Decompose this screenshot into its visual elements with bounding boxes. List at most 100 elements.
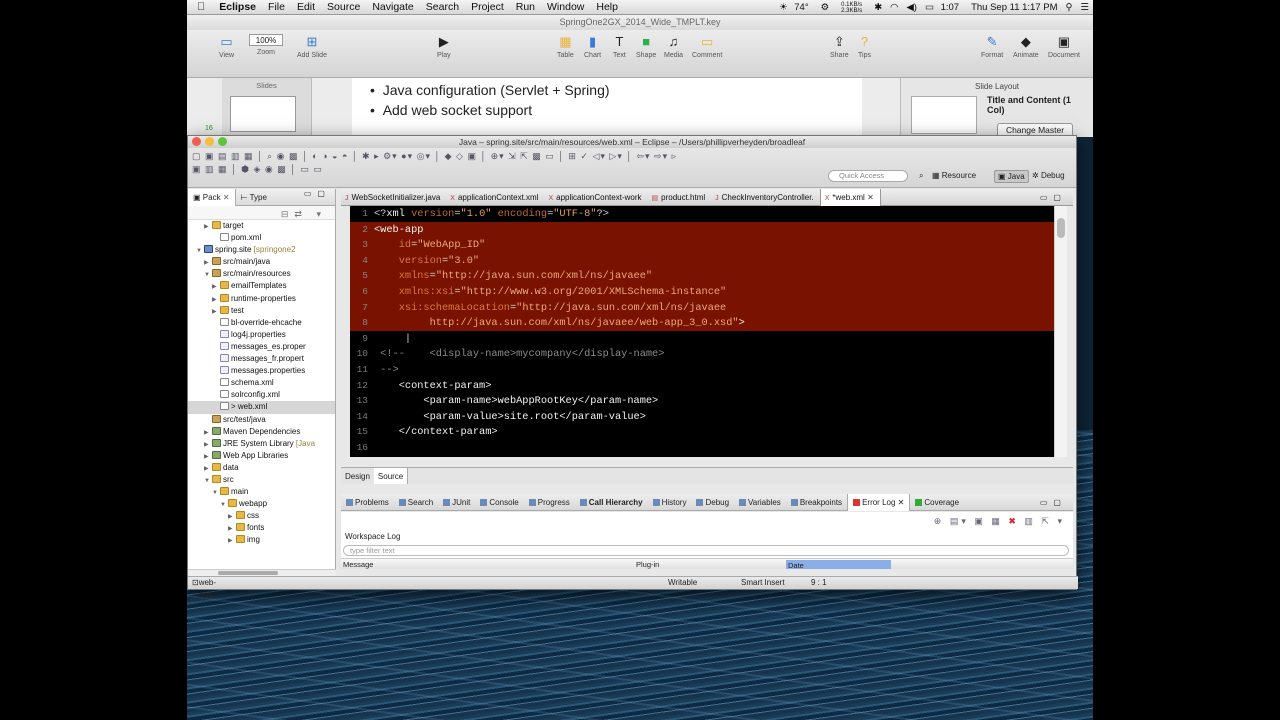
view-button[interactable]: ▭ View bbox=[219, 34, 234, 59]
collapsed-arrow-icon[interactable]: ▶ bbox=[212, 306, 220, 317]
text-button[interactable]: T Text bbox=[613, 34, 626, 59]
tab-progress[interactable]: Progress bbox=[524, 494, 575, 511]
tree-item[interactable]: ▶ src/main/java bbox=[188, 256, 335, 268]
code-line[interactable]: 5 xmlns="http://java.sun.com/xml/ns/java… bbox=[350, 268, 1054, 284]
menu-run[interactable]: Run bbox=[510, 1, 541, 13]
tab-checkinventorycontroller[interactable]: J CheckInventoryController. bbox=[711, 189, 820, 206]
tab-error-log[interactable]: Error Log ✕ bbox=[847, 493, 911, 511]
tree-item[interactable]: solrconfig.xml bbox=[188, 389, 335, 401]
network-speed[interactable]: 0.1KB/s 2.3KB/s bbox=[833, 2, 870, 14]
code-line[interactable]: 2 <web-app bbox=[350, 221, 1054, 238]
media-button[interactable]: ♫ Media bbox=[664, 34, 683, 59]
tab-search[interactable]: Search bbox=[394, 494, 438, 511]
tab-console[interactable]: Console bbox=[475, 494, 523, 511]
menu-navigate[interactable]: Navigate bbox=[366, 1, 419, 13]
quick-access-input[interactable]: Quick Access bbox=[828, 170, 908, 182]
tab-junit[interactable]: JUnit bbox=[438, 494, 475, 511]
perspective-java[interactable]: ▣ Java bbox=[994, 170, 1029, 183]
collapse-link-icons[interactable]: ⊟⇄ ▾ bbox=[281, 209, 327, 220]
tree-item[interactable]: ▶ target bbox=[188, 220, 335, 232]
delete-icon[interactable]: ✖ bbox=[1008, 516, 1019, 526]
tab-call-hierarchy[interactable]: Call Hierarchy bbox=[575, 494, 648, 511]
gear-icon[interactable]: ⚙ bbox=[817, 2, 834, 13]
collapsed-arrow-icon[interactable]: ▶ bbox=[204, 221, 212, 232]
tab-web-xml[interactable]: X *web.xml ✕ bbox=[819, 188, 881, 206]
collapsed-arrow-icon[interactable]: ▶ bbox=[228, 511, 236, 522]
tab-applicationcontext[interactable]: XapplicationContext.xml bbox=[446, 189, 544, 206]
zoom-icon[interactable] bbox=[218, 137, 227, 146]
column-message[interactable]: Message bbox=[343, 560, 373, 569]
shape-button[interactable]: ■ Shape bbox=[636, 34, 656, 59]
tree-item[interactable]: ▶ Maven Dependencies bbox=[188, 426, 335, 438]
close-icon[interactable] bbox=[192, 137, 201, 146]
format-button[interactable]: ✎ Format bbox=[981, 34, 1003, 59]
code-line[interactable]: 1 <?xml version="1.0" encoding="UTF-8"?> bbox=[350, 206, 1054, 222]
tree-scrollbar[interactable] bbox=[188, 569, 336, 576]
tree-item[interactable]: ▶ JRE System Library [Java bbox=[188, 438, 335, 450]
search-icon[interactable]: ⌕ bbox=[916, 170, 926, 182]
tree-item[interactable]: pom.xml bbox=[188, 232, 335, 244]
menu-project[interactable]: Project bbox=[465, 1, 510, 13]
tree-item[interactable]: ▶ img bbox=[188, 534, 335, 546]
close-icon[interactable]: ✕ bbox=[223, 193, 230, 202]
collapsed-arrow-icon[interactable]: ▶ bbox=[228, 523, 236, 534]
minimize-icon[interactable] bbox=[205, 137, 214, 146]
tree-item[interactable]: ▶ data bbox=[188, 462, 335, 474]
code-line[interactable]: 6 xmlns:xsi="http://www.w3.org/2001/XMLS… bbox=[350, 283, 1054, 300]
error-log-toolbar-icons[interactable]: ⊕ ▤▾ ▣ ▦ ✖ ▥ ⇱ ▾ bbox=[934, 516, 1065, 527]
code-line[interactable]: 7 xsi:schemaLocation="http://java.sun.co… bbox=[350, 299, 1054, 316]
tree-item[interactable]: ▶ emailTemplates bbox=[188, 280, 335, 292]
tree-item[interactable]: messages_fr.propert bbox=[188, 353, 335, 365]
chart-button[interactable]: ▮ Chart bbox=[584, 34, 601, 59]
tab-source[interactable]: Source bbox=[373, 468, 409, 484]
code-line[interactable]: 11 --> bbox=[350, 362, 1054, 378]
close-icon[interactable]: ✕ bbox=[867, 193, 874, 202]
tree-item[interactable]: ▶ runtime-properties bbox=[188, 293, 335, 305]
tab-breakpoints[interactable]: Breakpoints bbox=[786, 494, 847, 511]
tab-variables[interactable]: Variables bbox=[734, 494, 786, 511]
list-icon[interactable]: ☰ bbox=[1076, 2, 1093, 13]
collapsed-arrow-icon[interactable]: ▶ bbox=[204, 451, 212, 462]
tree-item[interactable]: > web.xml bbox=[188, 401, 335, 414]
code-editor[interactable]: 1 <?xml version="1.0" encoding="UTF-8"?> 2… bbox=[350, 206, 1054, 457]
tab-websocketinitializer[interactable]: J WebSocketInitializer.java bbox=[341, 189, 446, 206]
table-button[interactable]: ▦ Table bbox=[557, 34, 574, 59]
tree-scrollbar-thumb[interactable] bbox=[218, 571, 278, 575]
tab-package-explorer[interactable]: ▣ Pack ✕ bbox=[188, 188, 236, 206]
tree-item[interactable]: messages_es.proper bbox=[188, 341, 335, 353]
menu-window[interactable]: Window bbox=[541, 1, 590, 13]
layout-thumbnail[interactable] bbox=[911, 96, 977, 134]
code-line[interactable]: 9 | bbox=[350, 331, 1054, 347]
tree-item[interactable]: ▶ fonts bbox=[188, 522, 335, 534]
expanded-arrow-icon[interactable]: ▼ bbox=[196, 245, 204, 256]
tree-item[interactable]: ▼ src/main/resources bbox=[188, 268, 335, 280]
expanded-arrow-icon[interactable]: ▼ bbox=[204, 475, 212, 486]
perspective-debug[interactable]: ✲ Debug bbox=[1029, 170, 1068, 181]
tree-item[interactable]: log4j.properties bbox=[188, 329, 335, 341]
collapsed-arrow-icon[interactable]: ▶ bbox=[212, 294, 220, 305]
tree-item[interactable]: ▶ css bbox=[188, 510, 335, 522]
expanded-arrow-icon[interactable]: ▼ bbox=[204, 269, 212, 280]
search-icon[interactable]: ⚲ bbox=[1062, 2, 1077, 13]
collapsed-arrow-icon[interactable]: ▶ bbox=[204, 439, 212, 450]
bluetooth-icon[interactable]: ✱ bbox=[870, 2, 886, 13]
tree-item[interactable]: ▼ webapp bbox=[188, 498, 335, 510]
menu-help[interactable]: Help bbox=[590, 1, 624, 13]
expanded-arrow-icon[interactable]: ▼ bbox=[220, 499, 228, 510]
slide-canvas[interactable]: • Java configuration (Servlet + Spring) … bbox=[352, 78, 862, 137]
tree-item[interactable]: bl-override-ehcache bbox=[188, 317, 335, 329]
collapsed-arrow-icon[interactable]: ▶ bbox=[228, 535, 236, 546]
menu-edit[interactable]: Edit bbox=[291, 1, 321, 13]
tab-type-hierarchy[interactable]: ⊢ Type bbox=[236, 189, 272, 206]
share-button[interactable]: ⇪ Share bbox=[830, 34, 849, 59]
tab-product-html[interactable]: ▤ product.html bbox=[648, 189, 712, 206]
scrollbar-thumb[interactable] bbox=[1057, 218, 1065, 238]
tree-item[interactable]: messages.properties bbox=[188, 365, 335, 377]
play-button[interactable]: ▶ Play bbox=[437, 34, 451, 59]
tab-problems[interactable]: Problems bbox=[341, 494, 394, 511]
column-date[interactable]: Date bbox=[786, 560, 891, 570]
tree-item[interactable]: src/test/java bbox=[188, 414, 335, 426]
tab-debug[interactable]: Debug bbox=[691, 494, 734, 511]
code-line[interactable]: 12 <context-param> bbox=[350, 378, 1054, 394]
collapsed-arrow-icon[interactable]: ▶ bbox=[204, 257, 212, 268]
